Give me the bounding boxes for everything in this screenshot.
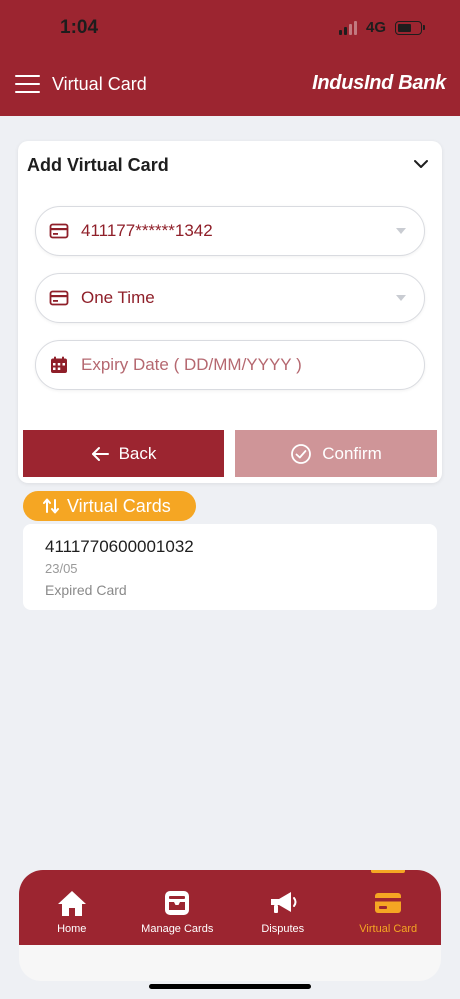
nav-label: Virtual Card [359, 923, 418, 935]
swap-icon [43, 498, 59, 514]
back-button[interactable]: Back [23, 430, 224, 477]
page-title: Virtual Card [52, 74, 147, 94]
calendar-icon [51, 356, 67, 373]
virtual-card-icon [375, 893, 402, 913]
panel-header[interactable]: Add Virtual Card [18, 141, 442, 189]
home-icon [57, 891, 86, 916]
nav-label: Manage Cards [141, 923, 214, 935]
nav-item-virtual-card[interactable]: Virtual Card [336, 870, 442, 945]
manage-cards-icon [165, 891, 190, 915]
check-circle-icon [291, 443, 312, 464]
list-item[interactable]: 4111770600001032 23/05 Expired Card [23, 524, 437, 610]
megaphone-icon [270, 892, 297, 913]
network-type: 4G [365, 19, 386, 36]
bottom-navigation: Home Manage Cards Disputes Virtual Card [19, 870, 441, 945]
top-app-bar: 1:04 4G Virtual Card IndusInd Bank [0, 0, 460, 116]
bottom-strip [19, 945, 441, 981]
nav-item-disputes[interactable]: Disputes [230, 870, 336, 945]
active-tab-indicator [371, 870, 406, 873]
status-time: 1:04 [60, 17, 99, 38]
expiry-date-field[interactable]: Expiry Date ( DD/MM/YYYY ) [35, 340, 425, 390]
nav-label: Disputes [261, 923, 305, 935]
battery-icon [395, 20, 425, 35]
nav-item-home[interactable]: Home [19, 870, 125, 945]
dropdown-arrow-icon [396, 228, 406, 234]
panel-title: Add Virtual Card [27, 155, 169, 175]
arrow-left-icon [91, 446, 109, 461]
back-button-label: Back [118, 443, 157, 463]
expiry-date-placeholder: Expiry Date ( DD/MM/YYYY ) [81, 355, 302, 374]
virtual-card-number: 4111770600001032 [45, 537, 194, 556]
nav-label: Home [57, 923, 87, 935]
signal-icon [338, 20, 357, 35]
virtual-card-date: 23/05 [45, 561, 78, 576]
home-indicator[interactable] [149, 984, 311, 989]
confirm-button-label: Confirm [322, 443, 382, 463]
card-type-value: One Time [81, 288, 155, 307]
card-number-value: 411177******1342 [81, 221, 213, 240]
credit-card-icon [49, 290, 69, 306]
bank-logo: IndusInd Bank [312, 72, 446, 94]
status-indicators: 4G [338, 19, 425, 36]
dropdown-arrow-icon [396, 295, 406, 301]
confirm-button[interactable]: Confirm [235, 430, 437, 477]
virtual-cards-badge: Virtual Cards [23, 491, 196, 521]
chevron-down-icon[interactable] [412, 155, 430, 173]
virtual-cards-badge-label: Virtual Cards [67, 495, 171, 516]
card-type-select[interactable]: One Time [35, 273, 425, 323]
virtual-card-status: Expired Card [45, 582, 127, 598]
card-number-select[interactable]: 411177******1342 [35, 206, 425, 256]
credit-card-icon [49, 223, 69, 239]
nav-item-manage-cards[interactable]: Manage Cards [125, 870, 231, 945]
add-virtual-card-panel: Add Virtual Card 411177******1342 One Ti… [18, 141, 442, 483]
menu-icon[interactable] [15, 75, 40, 93]
